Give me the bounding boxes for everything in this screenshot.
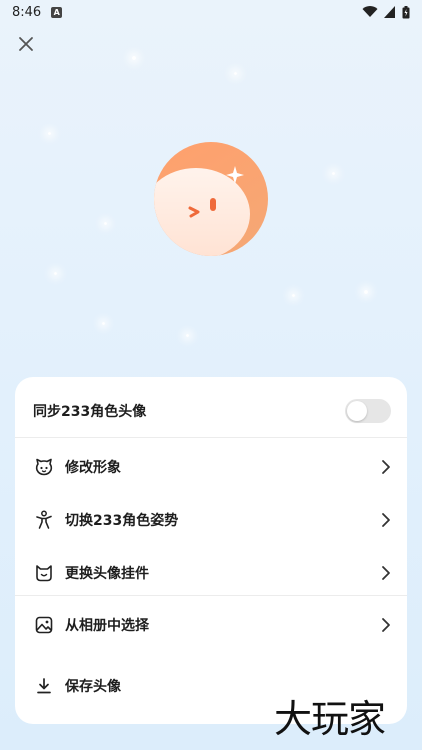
chevron-right-icon <box>382 566 390 580</box>
change-pendant-label: 更换头像挂件 <box>65 566 149 582</box>
edit-appearance-label: 修改形象 <box>65 460 121 476</box>
status-bar: 8:46 A <box>0 0 422 24</box>
sparkle-decoration <box>54 272 57 275</box>
switch-pose-label: 切换233角色姿势 <box>65 513 179 529</box>
choose-from-album-row[interactable]: 从相册中选择 <box>15 599 407 651</box>
change-pendant-row[interactable]: 更换头像挂件 <box>15 547 407 599</box>
photo-icon <box>33 614 55 636</box>
sync-avatar-toggle[interactable] <box>345 399 391 423</box>
sparkle-decoration <box>104 222 107 225</box>
sparkle-decoration <box>48 132 51 135</box>
wifi-icon <box>362 6 378 18</box>
avatar-image <box>154 142 268 256</box>
sparkle-decoration <box>364 290 368 294</box>
chevron-right-icon <box>382 513 390 527</box>
status-time: 8:46 <box>12 4 42 20</box>
sparkle-decoration <box>332 172 335 175</box>
watermark: 大玩家 <box>274 697 386 741</box>
notification-icon: A <box>51 6 63 18</box>
battery-icon <box>402 5 410 18</box>
sparkle-decoration <box>292 294 295 297</box>
avatar-options-sheet: 同步233角色头像 修改形象 切换233角色姿势 更换头像挂件 从相册中选择 保… <box>15 377 407 724</box>
sync-avatar-row: 同步233角色头像 <box>15 385 407 437</box>
chevron-right-icon <box>382 618 390 632</box>
close-icon <box>19 37 33 51</box>
choose-from-album-label: 从相册中选择 <box>65 618 149 634</box>
toggle-knob <box>347 401 367 421</box>
face-icon <box>33 456 55 478</box>
pendant-icon <box>33 562 55 584</box>
download-icon <box>33 675 55 697</box>
close-button[interactable] <box>14 32 38 56</box>
save-avatar-label: 保存头像 <box>65 679 121 695</box>
divider <box>15 595 407 596</box>
sparkle-decoration <box>102 322 105 325</box>
avatar[interactable] <box>154 142 268 256</box>
chevron-right-icon <box>382 460 390 474</box>
figure-icon <box>33 509 55 531</box>
sync-avatar-label: 同步233角色头像 <box>33 404 147 420</box>
signal-icon <box>384 6 395 18</box>
sparkle-decoration <box>234 72 237 75</box>
sparkle-decoration <box>186 334 189 337</box>
edit-appearance-row[interactable]: 修改形象 <box>15 441 407 493</box>
sparkle-decoration <box>132 56 136 60</box>
divider <box>15 437 407 438</box>
switch-pose-row[interactable]: 切换233角色姿势 <box>15 494 407 546</box>
